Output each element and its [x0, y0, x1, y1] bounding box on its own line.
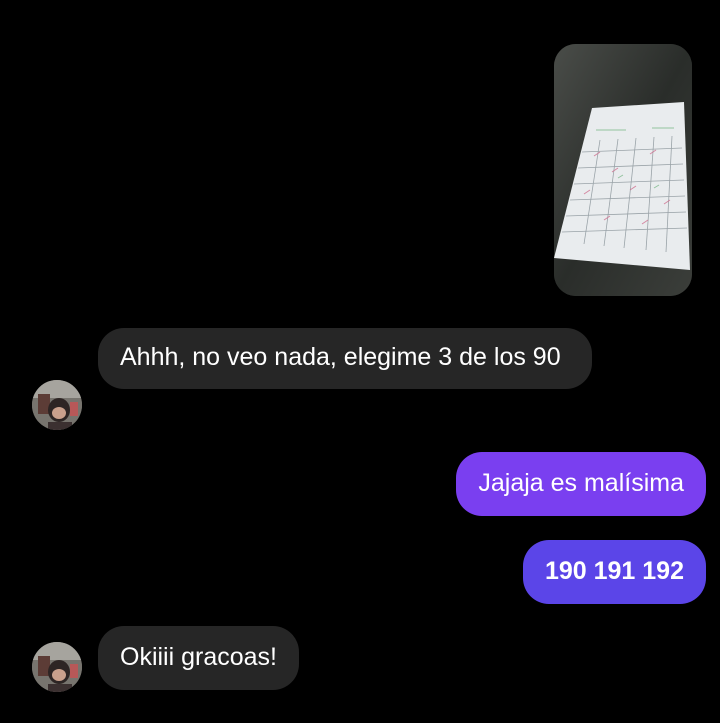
outgoing-message-bubble[interactable]: 190 191 192	[522, 540, 706, 604]
message-text: Jajaja es malísima	[478, 469, 684, 497]
contact-avatar[interactable]	[32, 642, 82, 692]
shared-photo[interactable]	[554, 44, 692, 296]
incoming-message-bubble[interactable]: Okiiii gracoas!	[98, 626, 299, 690]
message-text: Okiiii gracoas!	[120, 643, 277, 671]
outgoing-message-bubble[interactable]: Jajaja es malísima	[456, 452, 706, 516]
contact-avatar[interactable]	[32, 380, 82, 430]
message-text: Ahhh, no veo nada, elegime 3 de los 90	[120, 343, 561, 371]
contact-avatar-image	[32, 642, 82, 692]
bingo-card-photo-image	[554, 44, 692, 296]
message-text: 190 191 192	[544, 557, 684, 585]
contact-avatar-image	[32, 380, 82, 430]
incoming-message-bubble[interactable]: Ahhh, no veo nada, elegime 3 de los 90	[98, 328, 592, 389]
